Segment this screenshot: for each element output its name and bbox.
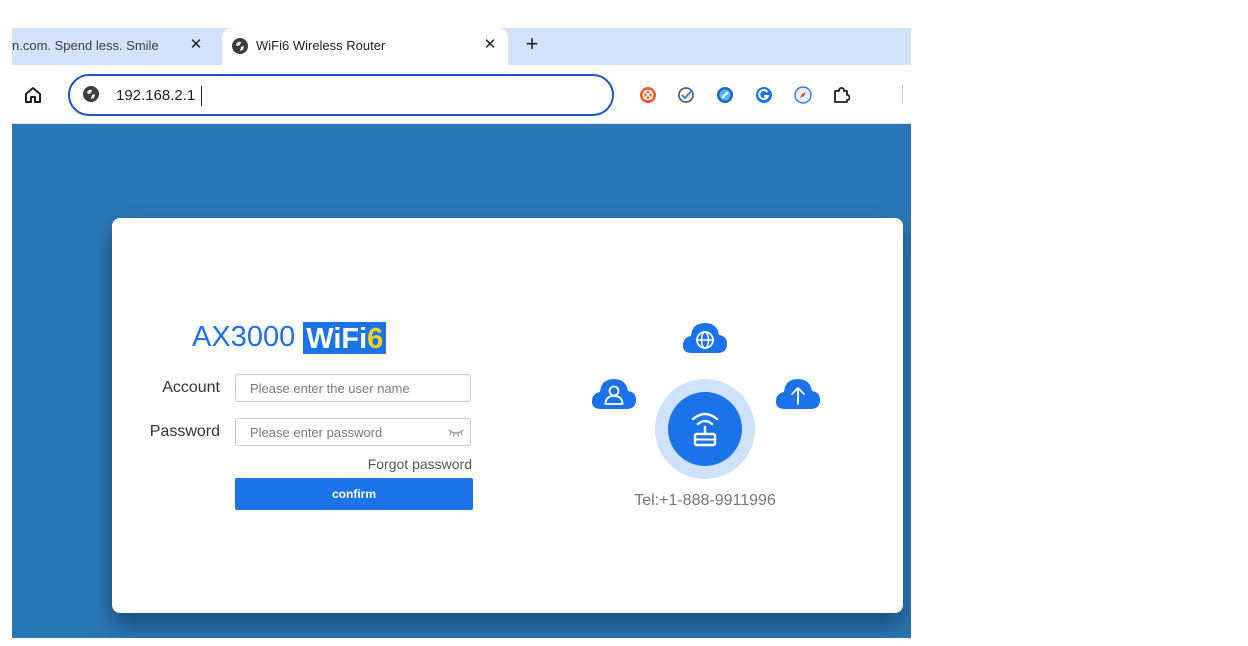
brand-six-text: 6 <box>367 322 384 355</box>
tab-title: WiFi6 Wireless Router <box>256 38 386 53</box>
tab-title: n.com. Spend less. Smile <box>12 38 159 53</box>
text-caret <box>201 86 203 106</box>
tab-router[interactable]: WiFi6 Wireless Router ✕ <box>222 28 508 65</box>
orange-ext-icon[interactable] <box>639 86 657 104</box>
checkmark-ext-icon[interactable] <box>677 86 695 104</box>
username-input[interactable] <box>248 380 442 397</box>
tab-strip: n.com. Spend less. Smile ✕ WiFi6 Wireles… <box>12 28 911 65</box>
browser-toolbar: 192.168.2.1 <box>12 65 911 124</box>
password-label: Password <box>149 423 220 440</box>
confirm-button[interactable]: confirm <box>235 478 473 510</box>
brand-logo: AX3000 WiFi6 <box>192 321 387 355</box>
support-phone: Tel:+1-888-9911996 <box>634 492 776 509</box>
browser-window: n.com. Spend less. Smile ✕ WiFi6 Wireles… <box>12 28 911 638</box>
password-field[interactable] <box>235 418 471 446</box>
brand-model: AX3000 <box>192 321 296 353</box>
password-input[interactable] <box>248 424 442 441</box>
router-icon <box>687 409 723 454</box>
screen: n.com. Spend less. Smile ✕ WiFi6 Wireles… <box>0 0 1248 646</box>
new-tab-button[interactable]: + <box>520 33 544 57</box>
globe-cloud-icon <box>682 320 728 359</box>
router-page: AX3000 WiFi6 Account Password <box>12 124 911 638</box>
home-icon[interactable] <box>22 84 44 106</box>
eye-closed-icon[interactable] <box>448 426 464 444</box>
address-text: 192.168.2.1 <box>116 86 203 106</box>
login-card: AX3000 WiFi6 Account Password <box>112 218 903 613</box>
forgot-password-link[interactable]: Forgot password <box>312 456 472 472</box>
safari-ext-icon[interactable] <box>794 86 812 104</box>
user-cloud-icon <box>591 376 637 415</box>
address-value: 192.168.2.1 <box>116 86 196 104</box>
brand-wifi-badge: WiFi6 <box>303 321 387 355</box>
upload-cloud-icon <box>775 376 821 415</box>
globe-favicon-icon <box>231 37 249 58</box>
compass-ext-icon[interactable] <box>716 86 734 104</box>
router-circle <box>668 392 742 466</box>
brand-wifi-text: WiFi <box>306 322 368 355</box>
tab-amazon[interactable]: n.com. Spend less. Smile ✕ <box>12 28 212 65</box>
tab-close-icon[interactable]: ✕ <box>480 35 500 55</box>
blue-g-ext-icon[interactable] <box>755 86 773 104</box>
address-bar[interactable]: 192.168.2.1 <box>68 74 614 116</box>
toolbar-divider <box>902 84 903 104</box>
account-label: Account <box>162 379 220 396</box>
tab-close-icon[interactable]: ✕ <box>186 35 206 55</box>
puzzle-extensions-icon[interactable] <box>832 86 851 104</box>
account-field[interactable] <box>235 374 471 402</box>
site-info-icon[interactable] <box>82 85 100 108</box>
